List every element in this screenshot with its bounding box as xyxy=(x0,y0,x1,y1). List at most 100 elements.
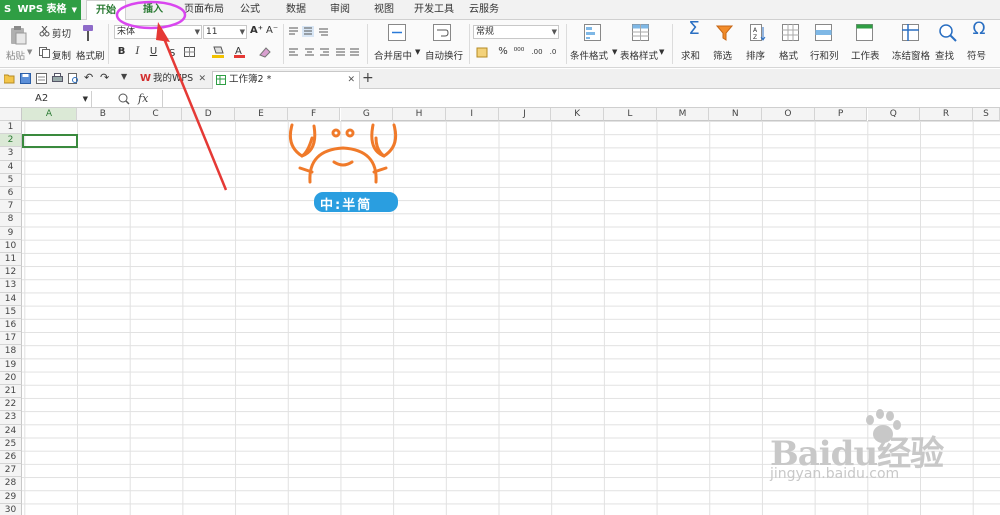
column-header-p[interactable]: P xyxy=(814,108,868,121)
row-header-3[interactable]: 3 xyxy=(0,147,22,161)
row-header-1[interactable]: 1 xyxy=(0,121,22,135)
row-header-13[interactable]: 13 xyxy=(0,279,22,293)
tab-home[interactable]: 开始 xyxy=(86,0,126,21)
font-color-icon[interactable]: A xyxy=(234,45,246,59)
row-col-icon[interactable] xyxy=(815,24,833,42)
close-icon[interactable]: ✕ xyxy=(347,72,355,88)
new-tab-plus-icon[interactable]: + xyxy=(362,70,374,86)
tab-data[interactable]: 数据 xyxy=(278,0,314,20)
row-header-23[interactable]: 23 xyxy=(0,411,22,425)
search-icon[interactable] xyxy=(938,23,958,43)
format-painter-button[interactable]: 格式刷 xyxy=(76,48,105,62)
table-style-icon[interactable] xyxy=(632,24,650,42)
redo-icon[interactable]: ↷ xyxy=(100,71,111,84)
folder-open-icon[interactable] xyxy=(4,73,15,84)
strikethrough-icon[interactable]: S xyxy=(168,46,180,58)
bold-button[interactable]: B xyxy=(116,45,127,59)
paste-icon[interactable] xyxy=(9,25,27,45)
save-icon[interactable] xyxy=(20,73,31,84)
tab-page-layout[interactable]: 页面布局 xyxy=(180,0,228,20)
undo-icon[interactable]: ↶ xyxy=(84,71,95,84)
freeze-panes-button[interactable]: 冻结窗格 xyxy=(892,48,930,62)
format-painter-icon[interactable] xyxy=(80,24,96,44)
column-header-f[interactable]: F xyxy=(287,108,341,121)
find-button[interactable]: 查找 xyxy=(935,48,954,62)
print-icon[interactable] xyxy=(52,73,63,84)
tab-review[interactable]: 审阅 xyxy=(322,0,358,20)
column-header-s[interactable]: S xyxy=(972,108,1000,121)
fill-color-icon[interactable] xyxy=(211,45,225,59)
symbol-button[interactable]: 符号 xyxy=(967,48,986,62)
clear-format-icon[interactable] xyxy=(258,45,272,59)
cut-button[interactable]: 剪切 xyxy=(52,26,71,40)
chevron-down-icon[interactable]: ▼ xyxy=(612,48,617,56)
merge-center-button[interactable]: 合并居中 xyxy=(374,48,412,62)
column-header-n[interactable]: N xyxy=(709,108,763,121)
row-col-button[interactable]: 行和列 xyxy=(810,48,839,62)
save-as-icon[interactable] xyxy=(36,73,47,84)
column-header-j[interactable]: J xyxy=(498,108,552,121)
paste-button[interactable]: 粘贴 xyxy=(6,48,25,62)
sum-button[interactable]: 求和 xyxy=(681,48,700,62)
number-format-select[interactable]: 常规 ▼ xyxy=(473,25,559,39)
row-header-30[interactable]: 30 xyxy=(0,503,22,515)
row-header-2[interactable]: 2 xyxy=(0,134,22,148)
row-header-21[interactable]: 21 xyxy=(0,385,22,399)
currency-icon[interactable] xyxy=(476,46,490,59)
column-header-b[interactable]: B xyxy=(77,108,130,121)
row-header-10[interactable]: 10 xyxy=(0,239,22,253)
conditional-format-button[interactable]: 条件格式 xyxy=(570,48,608,62)
row-header-15[interactable]: 15 xyxy=(0,305,22,319)
filter-icon[interactable] xyxy=(716,25,734,42)
horizontal-align-icons[interactable] xyxy=(288,47,360,58)
wrap-text-button[interactable]: 自动换行 xyxy=(425,48,463,62)
row-header-20[interactable]: 20 xyxy=(0,371,22,385)
row-header-28[interactable]: 28 xyxy=(0,477,22,491)
row-header-25[interactable]: 25 xyxy=(0,437,22,451)
sort-button[interactable]: 排序 xyxy=(746,48,765,62)
doc-tab-my-wps[interactable]: W 我的WPS ✕ xyxy=(137,71,210,89)
row-header-5[interactable]: 5 xyxy=(0,173,22,187)
row-header-29[interactable]: 29 xyxy=(0,490,22,504)
tab-view[interactable]: 视图 xyxy=(366,0,402,20)
italic-button[interactable]: I xyxy=(132,45,143,59)
percent-button[interactable]: % xyxy=(498,45,508,59)
increase-font-icon[interactable]: A⁺ xyxy=(250,24,263,38)
column-header-r[interactable]: R xyxy=(920,108,973,121)
copy-button[interactable]: 复制 xyxy=(52,48,71,62)
row-header-27[interactable]: 27 xyxy=(0,464,22,478)
row-header-4[interactable]: 4 xyxy=(0,160,22,174)
column-header-l[interactable]: L xyxy=(604,108,657,121)
column-header-o[interactable]: O xyxy=(762,108,815,121)
worksheet-button[interactable]: 工作表 xyxy=(851,48,880,62)
format-icon[interactable] xyxy=(782,24,800,42)
paste-dropdown-icon[interactable]: ▼ xyxy=(27,48,32,56)
sum-icon[interactable]: Σ xyxy=(684,20,704,38)
row-header-14[interactable]: 14 xyxy=(0,292,22,306)
font-name-select[interactable]: 宋体 ▼ xyxy=(114,25,202,39)
cell-area[interactable] xyxy=(22,121,1000,515)
table-style-button[interactable]: 表格样式 xyxy=(620,48,658,62)
underline-button[interactable]: U xyxy=(148,45,159,59)
row-header-9[interactable]: 9 xyxy=(0,226,22,240)
scissors-icon[interactable] xyxy=(39,26,50,37)
doc-tab-workbook[interactable]: 工作簿2 * ✕ xyxy=(212,71,360,89)
row-header-16[interactable]: 16 xyxy=(0,319,22,333)
row-header-6[interactable]: 6 xyxy=(0,187,22,201)
thousands-icon[interactable]: ⁰⁰⁰ xyxy=(512,45,526,59)
row-header-26[interactable]: 26 xyxy=(0,451,22,465)
conditional-format-icon[interactable] xyxy=(584,24,602,42)
row-header-17[interactable]: 17 xyxy=(0,332,22,346)
tab-formulas[interactable]: 公式 xyxy=(232,0,268,20)
omega-icon[interactable]: Ω xyxy=(970,21,988,38)
vertical-align-icons[interactable] xyxy=(288,26,332,37)
merge-center-icon[interactable] xyxy=(388,24,406,42)
print-preview-icon[interactable] xyxy=(68,73,79,84)
tab-cloud[interactable]: 云服务 xyxy=(462,0,506,20)
column-header-e[interactable]: E xyxy=(235,108,288,121)
tab-insert[interactable]: 插入 xyxy=(131,0,175,20)
column-header-i[interactable]: I xyxy=(445,108,499,121)
column-header-g[interactable]: G xyxy=(340,108,394,121)
font-size-select[interactable]: 11 ▼ xyxy=(203,25,247,39)
formula-input[interactable] xyxy=(162,90,1000,108)
